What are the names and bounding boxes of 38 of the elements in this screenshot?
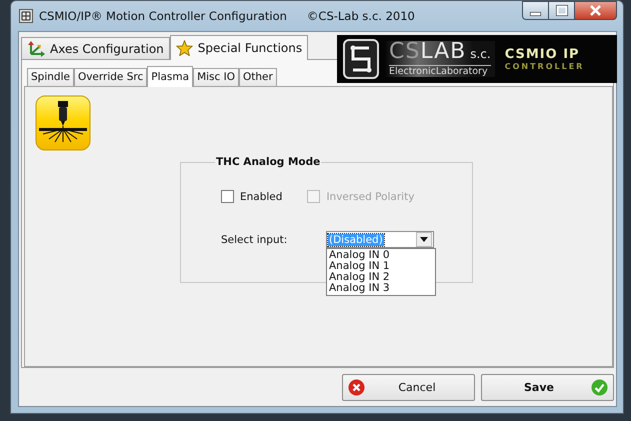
select-input-label: Select input: — [221, 234, 288, 246]
logo-text: LAB — [420, 39, 466, 64]
close-icon — [590, 5, 601, 16]
copyright-text: ©CS-Lab s.c. 2010 — [306, 9, 415, 23]
dropdown-option[interactable]: Analog IN 2 — [327, 272, 435, 283]
checkbox[interactable]: Enabled — [221, 190, 282, 203]
checkmark-icon — [591, 379, 608, 396]
minimize-icon — [530, 12, 541, 16]
dropdown-option[interactable]: Analog IN 0 — [327, 250, 435, 261]
dropdown-arrow-icon — [420, 237, 428, 242]
app-grid-icon — [19, 9, 33, 23]
tab[interactable]: Misc IO — [193, 68, 239, 86]
maximize-icon — [556, 5, 568, 16]
dropdown-option[interactable]: Analog IN 1 — [327, 261, 435, 272]
close-button[interactable] — [574, 1, 617, 20]
logo-suffix: s.c. — [470, 47, 491, 61]
tab[interactable]: Spindle — [27, 68, 74, 86]
tab[interactable]: Other — [239, 68, 277, 86]
window-title: CSMIO/IP® Motion Controller Configuration — [39, 9, 287, 23]
product-subtitle: CONTROLLER — [504, 62, 584, 72]
axes-arrows-icon — [27, 40, 45, 56]
tab[interactable]: Axes Configuration — [21, 37, 170, 59]
logo-emblem-icon — [343, 39, 379, 79]
product-name: CSMIO IP — [504, 46, 580, 62]
close-icon — [348, 379, 365, 396]
maximize-button[interactable] — [548, 1, 574, 20]
plasma-torch-icon — [35, 95, 91, 151]
logo-subtitle: ElectronicLaboratory — [389, 65, 491, 77]
minimize-button[interactable] — [522, 1, 548, 20]
dropdown-option[interactable]: Analog IN 3 — [327, 283, 435, 294]
logo-text: CS — [389, 39, 420, 64]
tab[interactable]: Override Src — [74, 68, 148, 86]
group-title: THC Analog Mode — [215, 156, 322, 168]
save-button[interactable]: Save — [481, 374, 614, 401]
star-icon — [176, 40, 193, 56]
tab[interactable]: Special Functions — [170, 35, 308, 60]
cancel-button[interactable]: Cancel — [342, 374, 475, 401]
tab[interactable]: Plasma — [147, 66, 194, 87]
